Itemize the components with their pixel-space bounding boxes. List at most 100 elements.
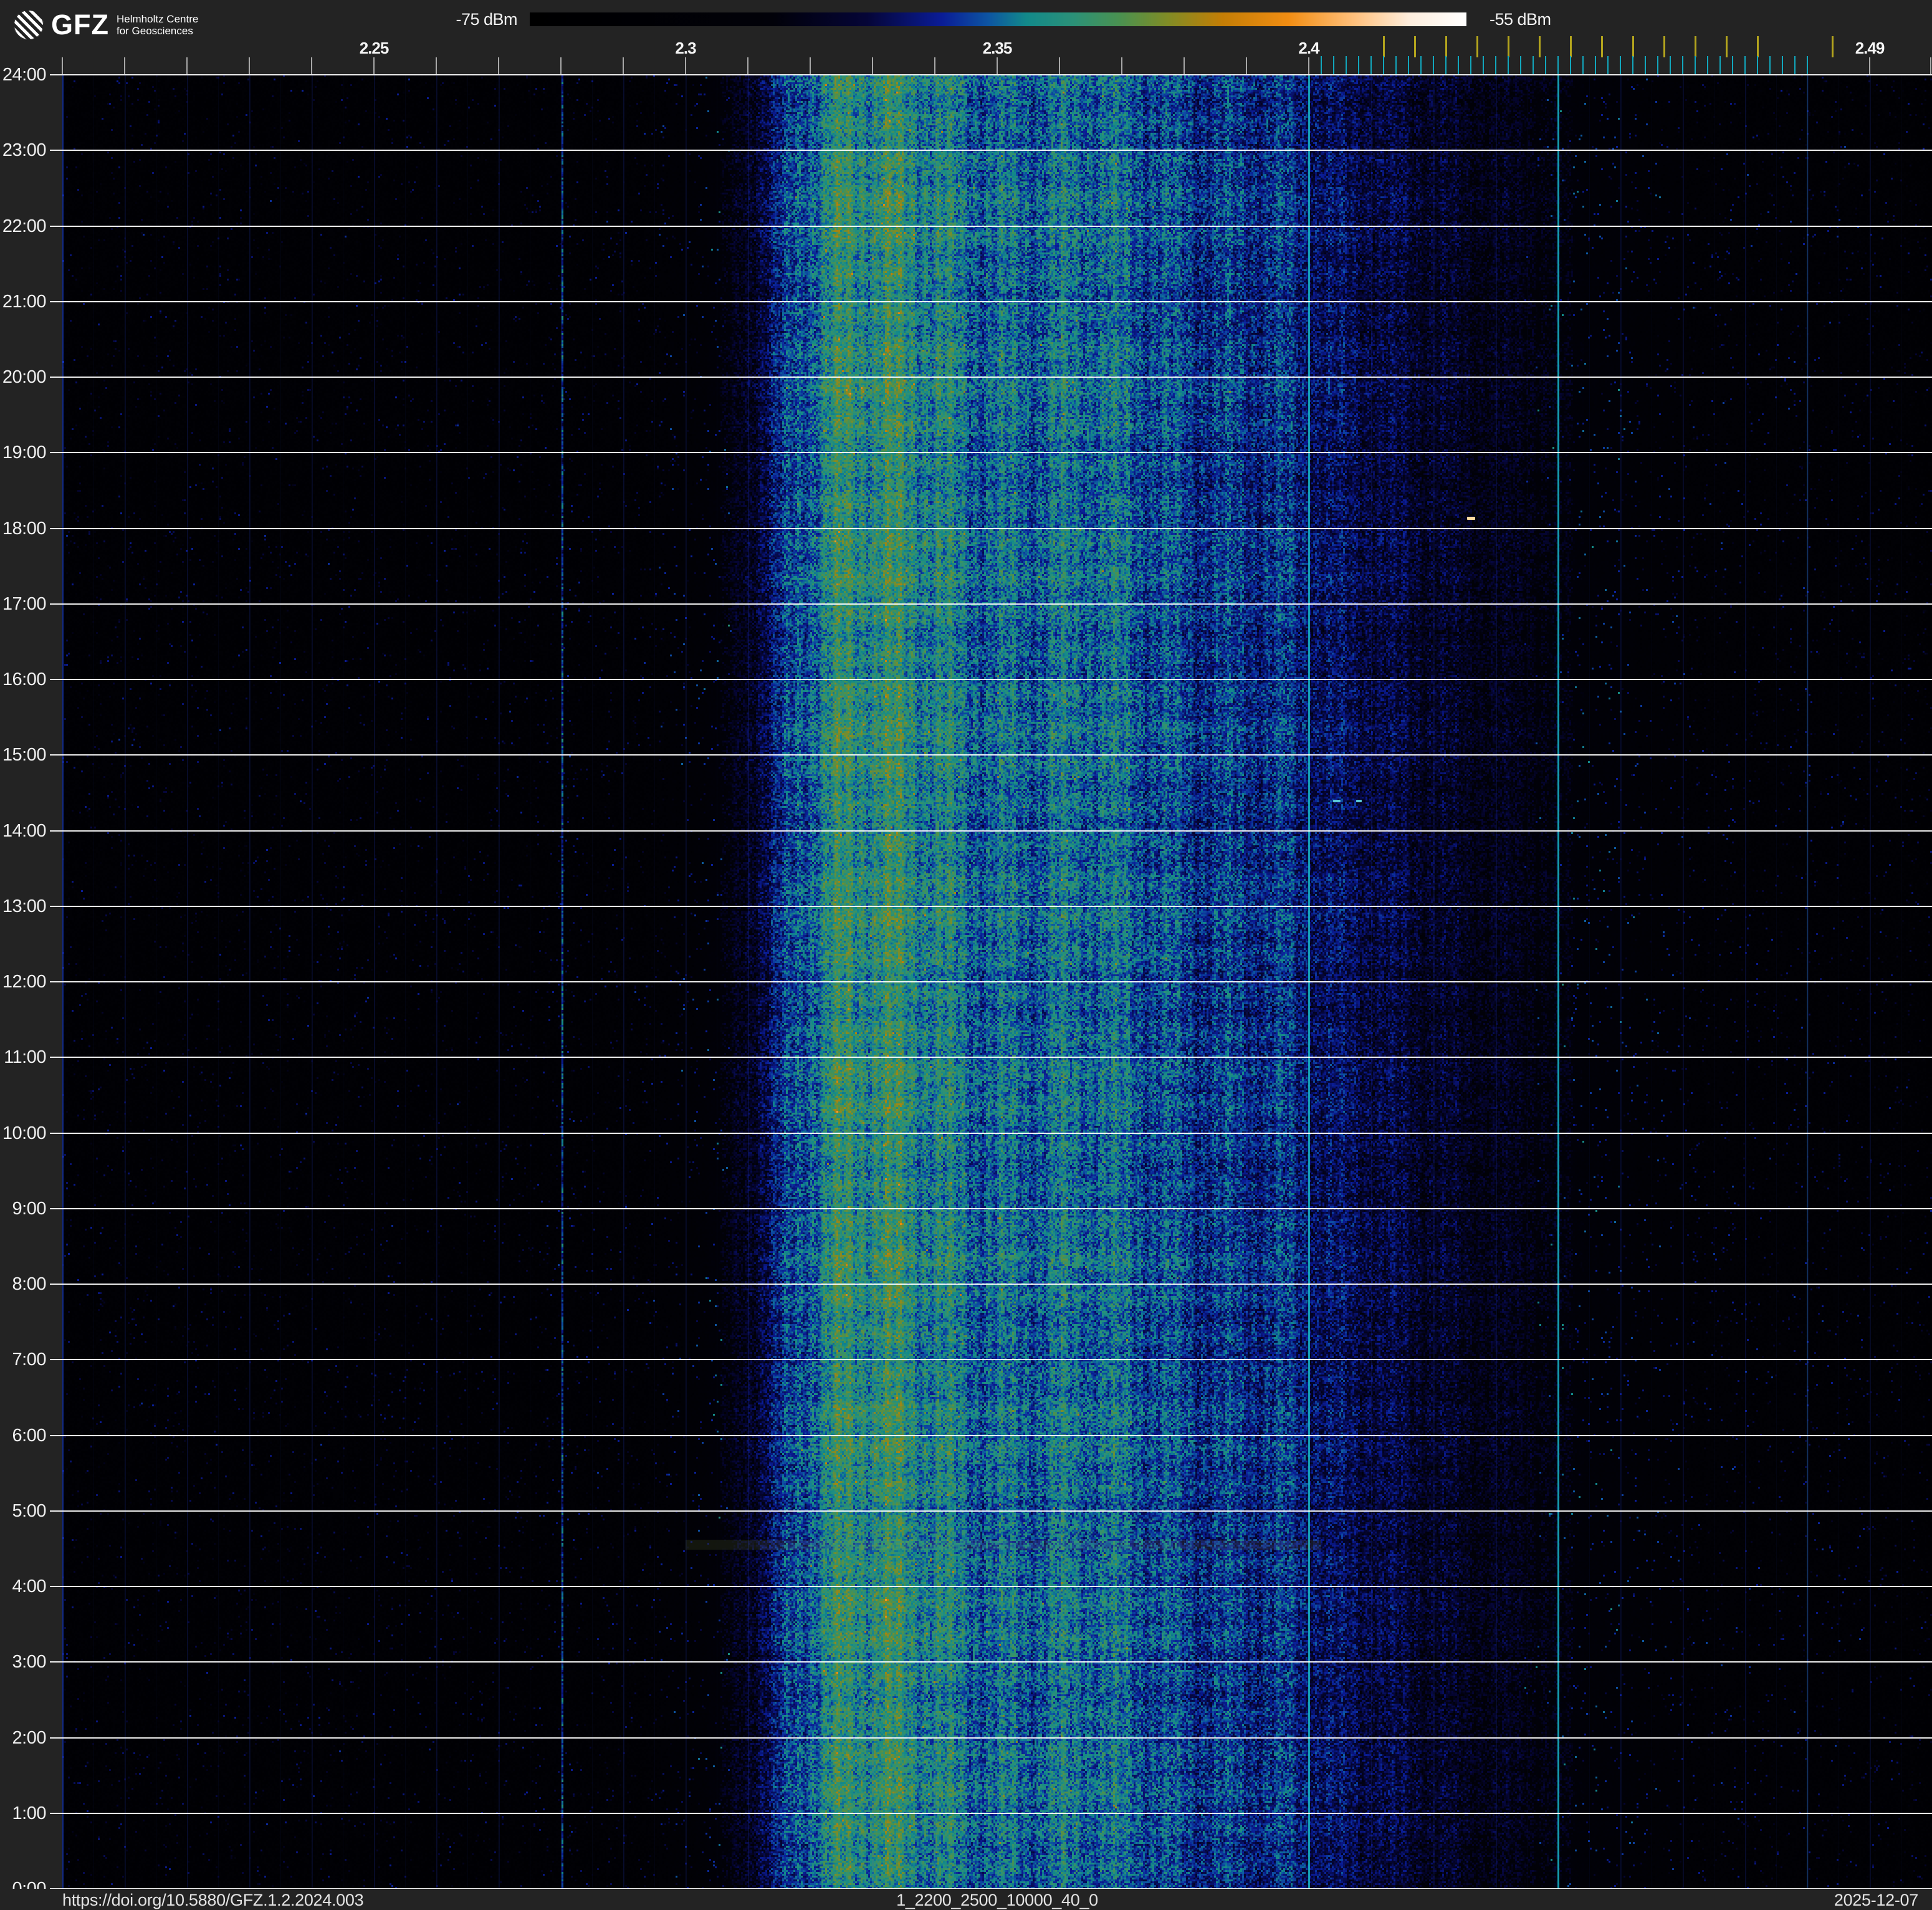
hour-label: 22:00 <box>0 216 46 237</box>
freq-major-tick <box>1184 57 1185 74</box>
hour-gridline <box>50 452 1932 453</box>
hour-gridline <box>50 1133 1932 1134</box>
freq-axis-label: 2.3 <box>675 39 696 58</box>
freq-major-tick <box>1930 57 1931 74</box>
wifi-channel-tick <box>1632 36 1634 57</box>
hour-label: 2:00 <box>0 1728 46 1749</box>
hour-gridline <box>50 1510 1932 1512</box>
logo-name-line1: Helmholtz Centre <box>117 13 198 25</box>
hour-gridline <box>50 1057 1932 1058</box>
ble-channel-tick <box>1707 56 1708 74</box>
freq-major-tick <box>623 57 624 74</box>
ble-channel-tick <box>1533 56 1534 74</box>
ble-channel-tick <box>1782 56 1783 74</box>
ble-channel-tick <box>1470 56 1471 74</box>
freq-major-tick <box>124 57 125 74</box>
hour-gridline <box>50 679 1932 680</box>
ble-channel-tick <box>1620 56 1621 74</box>
ble-channel-tick <box>1445 56 1447 74</box>
freq-major-tick <box>62 57 63 74</box>
freq-major-tick <box>1059 57 1060 74</box>
freq-major-tick <box>311 57 312 74</box>
ble-channel-tick <box>1557 56 1559 74</box>
freq-axis-label: 2.4 <box>1298 39 1319 58</box>
hour-gridline <box>50 981 1932 982</box>
ble-channel-tick <box>1682 56 1683 74</box>
hour-label: 12:00 <box>0 972 46 992</box>
freq-major-tick <box>1121 57 1122 74</box>
freq-axis-label: 2.25 <box>360 39 389 58</box>
freq-axis-label: 2.35 <box>983 39 1012 58</box>
freq-major-tick <box>186 57 188 74</box>
ble-channel-tick <box>1520 56 1521 74</box>
freq-major-tick <box>1308 57 1309 74</box>
wifi-channel-tick <box>1726 36 1728 57</box>
hour-label: 13:00 <box>0 896 46 917</box>
freq-major-tick <box>436 57 437 74</box>
hour-gridline <box>50 1208 1932 1209</box>
ble-channel-tick <box>1370 56 1372 74</box>
wifi-channel-tick <box>1539 36 1541 57</box>
freq-major-tick <box>1869 57 1870 74</box>
freq-major-tick <box>1246 57 1247 74</box>
ble-channel-tick <box>1395 56 1397 74</box>
hour-gridline <box>50 1284 1932 1285</box>
ble-channel-tick <box>1744 56 1746 74</box>
gfz-logo: GFZ Helmholtz Centre for Geosciences <box>14 10 198 40</box>
freq-major-tick <box>872 57 873 74</box>
freq-major-tick <box>685 57 686 74</box>
hour-label: 16:00 <box>0 669 46 690</box>
hour-label: 20:00 <box>0 367 46 388</box>
wifi-channel-tick <box>1445 36 1447 57</box>
wifi-channel-tick <box>1663 36 1665 57</box>
doi-link[interactable]: https://doi.org/10.5880/GFZ.1.2.2024.003 <box>62 1891 363 1910</box>
hour-label: 10:00 <box>0 1123 46 1144</box>
ble-channel-tick <box>1433 56 1434 74</box>
hour-label: 5:00 <box>0 1501 46 1522</box>
hour-gridline <box>50 226 1932 227</box>
ble-channel-tick <box>1807 56 1808 74</box>
freq-major-tick <box>997 57 998 74</box>
ble-channel-tick <box>1794 56 1796 74</box>
ble-channel-tick <box>1607 56 1609 74</box>
hour-label: 9:00 <box>0 1199 46 1219</box>
intensity-colorbar <box>530 12 1466 26</box>
hour-gridline <box>50 74 1932 75</box>
freq-major-tick <box>934 57 935 74</box>
hour-gridline <box>50 301 1932 302</box>
hour-gridline <box>50 1359 1932 1360</box>
hour-gridline <box>50 603 1932 605</box>
freq-major-tick <box>249 57 250 74</box>
ble-channel-tick <box>1483 56 1484 74</box>
hour-label: 23:00 <box>0 140 46 161</box>
freq-major-tick <box>810 57 811 74</box>
hour-gridline <box>50 377 1932 378</box>
ble-channel-tick <box>1645 56 1646 74</box>
hour-label: 21:00 <box>0 292 46 312</box>
hour-label: 1:00 <box>0 1803 46 1824</box>
ble-channel-tick <box>1657 56 1658 74</box>
ble-channel-tick <box>1582 56 1584 74</box>
hour-gridline <box>50 1661 1932 1663</box>
wifi-channel-tick <box>1757 36 1759 57</box>
hour-gridline <box>50 150 1932 151</box>
wifi-channel-tick <box>1832 36 1834 57</box>
ble-channel-tick <box>1719 56 1721 74</box>
ble-channel-tick <box>1383 56 1384 74</box>
signal-burst-mark <box>1467 517 1475 520</box>
ble-channel-tick <box>1757 56 1758 74</box>
freq-axis-label: 2.49 <box>1855 39 1885 58</box>
freq-major-tick <box>560 57 562 74</box>
hour-label: 3:00 <box>0 1652 46 1672</box>
ble-channel-tick <box>1408 56 1409 74</box>
wifi-channel-tick <box>1601 36 1603 57</box>
hour-gridline <box>50 1435 1932 1436</box>
ble-channel-tick <box>1420 56 1422 74</box>
ble-channel-tick <box>1333 56 1334 74</box>
ble-channel-tick <box>1458 56 1459 74</box>
ble-channel-tick <box>1595 56 1596 74</box>
logo-name-line2: for Geosciences <box>117 25 198 37</box>
hour-gridline <box>50 1737 1932 1739</box>
hour-gridline <box>50 1586 1932 1587</box>
colorbar-max-label: -55 dBm <box>1490 10 1551 29</box>
